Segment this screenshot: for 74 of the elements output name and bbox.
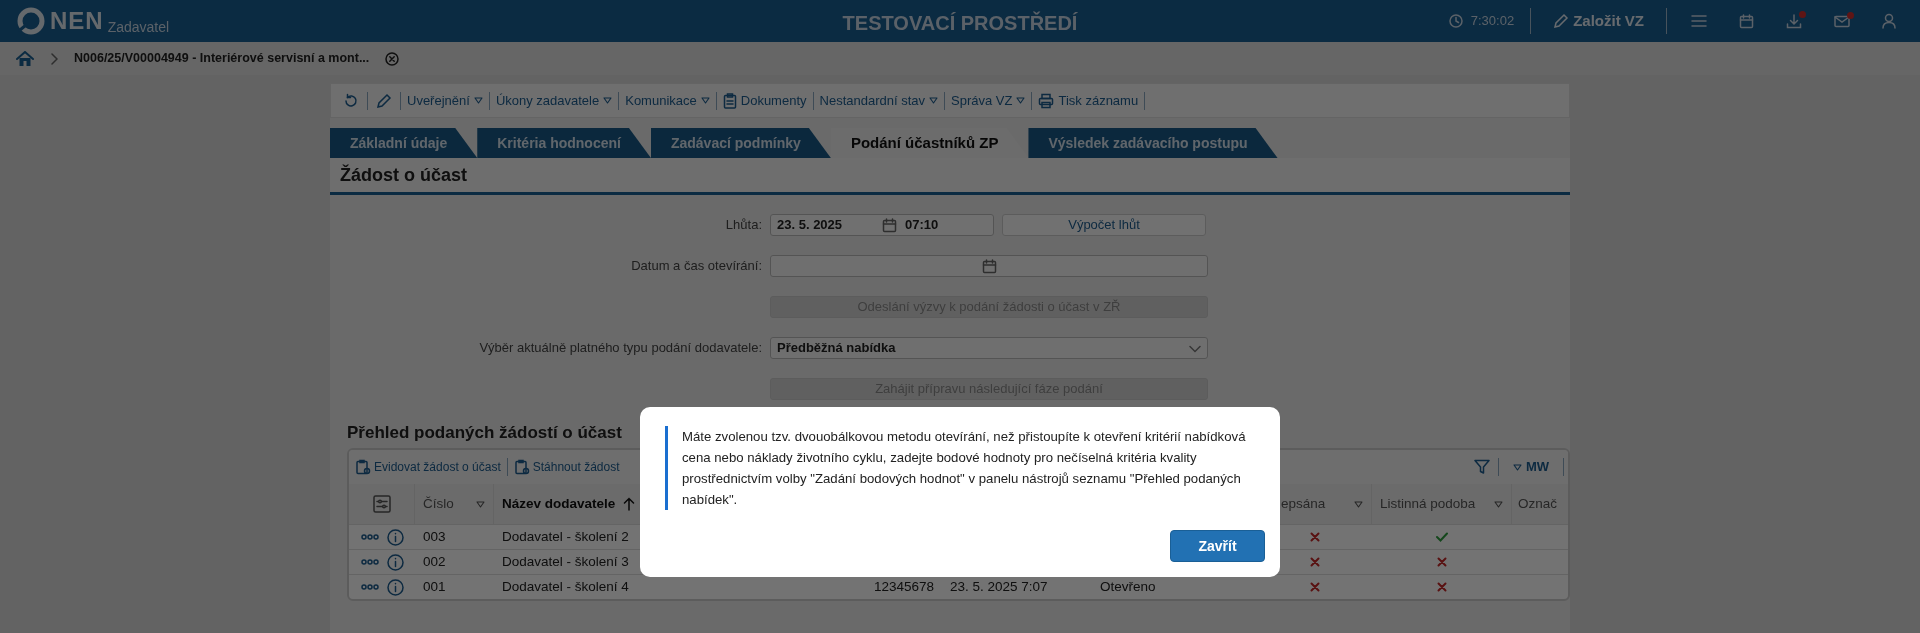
toolbar-link[interactable]: Dokumenty	[716, 90, 813, 111]
home-icon[interactable]	[16, 51, 34, 68]
field-label: Datum a čas otevírání:	[631, 258, 762, 274]
dialog-message: Máte zvolenou tzv. dvouobálkovou metodu otevírání, než přistoupíte k otevření kritérií nabídková cena nebo náklady životního cyklu, zadejte bodové hodnoty pro nečíselná kritéria kvality prostřednictvím volby "Zadání bodových hodnot" v panelu nástrojů seznamu "Přehled podaných nabídek".	[665, 426, 1266, 510]
table-cell-text: 12345678	[873, 577, 934, 596]
pencil-icon[interactable]	[376, 92, 392, 109]
tab[interactable]: Základní údaje	[330, 128, 478, 158]
column-header[interactable]: Název dodavatele	[502, 493, 636, 515]
logo-icon	[16, 6, 46, 36]
info-icon[interactable]	[386, 528, 404, 546]
more-icon[interactable]	[360, 534, 379, 540]
tab[interactable]: Výsledek zadávacího postupu	[1028, 128, 1278, 158]
toolbar-link[interactable]: Tisk záznamu	[1032, 90, 1145, 111]
document-gear-icon	[513, 459, 530, 475]
brand-name: NEN	[50, 6, 104, 36]
breadcrumb-title[interactable]: N006/25/V00004949 - Interiérové servisní a mont...	[74, 49, 370, 68]
tab[interactable]: Zadávací podmínky	[650, 128, 831, 158]
calendar-icon	[882, 218, 897, 234]
close-icon[interactable]	[385, 51, 400, 66]
toolbar-menu[interactable]: Komunikace	[619, 90, 716, 111]
table-cell-text: 001	[423, 577, 446, 596]
toolbar-menu[interactable]: Uveřejnění	[401, 90, 489, 111]
download-icon[interactable]	[1786, 13, 1802, 29]
calculate-button[interactable]: Výpočet lhůt	[1002, 214, 1206, 236]
clipboard-icon	[722, 92, 737, 109]
pencil-icon	[1553, 13, 1570, 29]
caret-icon	[1494, 500, 1503, 508]
toolbar-menu[interactable]: Nestandardní stav	[813, 90, 945, 111]
chevron-down-icon	[1189, 344, 1201, 353]
user-icon[interactable]	[1882, 13, 1896, 29]
refresh-icon[interactable]	[343, 92, 359, 109]
toolbar-link[interactable]: Evidovat žádost o účast	[353, 458, 503, 476]
dropdown-field[interactable]: Předběžná nabídka	[770, 337, 1208, 359]
view-menu[interactable]: MW	[1506, 457, 1555, 477]
close-button[interactable]: Zavřít	[1170, 530, 1265, 562]
calendar-icon	[981, 258, 997, 274]
table-cell-text: Otevřeno	[1100, 577, 1156, 596]
tab[interactable]: Kritéria hodnocení	[477, 128, 651, 158]
table-cell-text: Dodavatel - školení 4	[502, 577, 629, 596]
caret-icon	[1354, 500, 1363, 508]
sort-up-icon	[623, 497, 636, 511]
table-cell-text: Dodavatel - školení 3	[502, 552, 629, 571]
caret-icon	[476, 500, 485, 508]
toolbar-link[interactable]: Stáhnout žádost	[511, 458, 622, 476]
environment-title: TESTOVACÍ PROSTŘEDÍ	[842, 12, 1078, 34]
more-icon[interactable]	[360, 559, 379, 565]
section-title: Žádost o účast	[330, 158, 1570, 195]
more-icon[interactable]	[360, 584, 379, 590]
field-label: Lhůta:	[725, 217, 762, 233]
column-settings-icon[interactable]	[372, 495, 391, 513]
date-time-field[interactable]: 23. 5. 2025 07:10	[770, 214, 994, 236]
clock-time: 7:30:02	[1470, 12, 1515, 31]
list-title: Přehled podaných žádostí o účast	[347, 423, 622, 442]
info-icon[interactable]	[386, 553, 404, 571]
table-cell-text: Dodavatel - školení 2	[502, 527, 629, 546]
table-cell-text: 23. 5. 2025 7:07	[950, 577, 1048, 596]
toolbar-menu[interactable]: Správa VZ	[945, 90, 1032, 111]
field-label: Výběr aktuálně platného typu podání dodavatele:	[479, 340, 762, 356]
envelope-icon[interactable]	[1834, 14, 1850, 28]
document-gear-icon	[355, 459, 371, 475]
filter-icon[interactable]	[1473, 459, 1490, 475]
printer-icon	[1038, 92, 1055, 109]
date-time-field[interactable]	[770, 255, 1208, 277]
table-cell-text: 002	[423, 552, 446, 571]
info-icon[interactable]	[386, 578, 404, 596]
create-button[interactable]: Založit VZ	[1547, 9, 1650, 33]
chevron-icon	[50, 53, 58, 66]
menu-icon[interactable]	[1691, 14, 1707, 28]
brand-subtitle: Zadavatel	[107, 18, 170, 37]
table-cell-text: 003	[423, 527, 446, 546]
caret-icon	[1512, 463, 1522, 471]
toolbar-menu[interactable]: Úkony zadavatele	[489, 90, 619, 111]
clock-icon	[1448, 14, 1463, 28]
calendar-icon[interactable]	[1739, 13, 1754, 29]
